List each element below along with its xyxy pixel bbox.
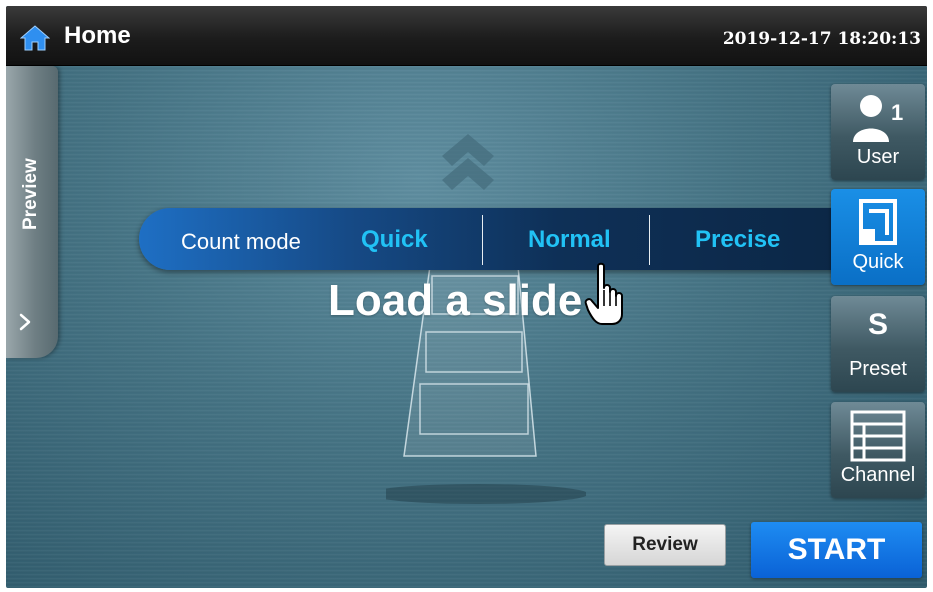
load-slide-message: Load a slide (328, 276, 583, 325)
divider (482, 215, 483, 265)
home-icon[interactable] (20, 25, 50, 51)
review-button[interactable]: Review (604, 524, 726, 566)
top-bar: Home 2019-12-17 18:20:13 (6, 6, 927, 66)
page-title: Home (64, 22, 131, 49)
count-mode-quick[interactable]: Quick (361, 226, 428, 254)
quick-mode-icon (859, 199, 897, 245)
user-icon: 1 (853, 95, 903, 142)
quick-button[interactable]: Quick (831, 189, 925, 285)
datetime-display: 2019-12-17 18:20:13 (722, 29, 921, 49)
user-badge: 1 (891, 100, 903, 125)
preset-button-label: Preset (849, 358, 907, 380)
divider (649, 215, 650, 265)
count-mode-bar: Count mode Quick Normal Precise (139, 208, 837, 270)
preview-tab-label: Preview (20, 158, 41, 230)
chevron-right-icon (19, 313, 31, 331)
channel-button-label: Channel (840, 464, 916, 486)
count-mode-precise[interactable]: Precise (695, 226, 780, 254)
preset-glyph: S (867, 308, 888, 341)
preview-tab[interactable]: Preview (6, 66, 58, 358)
user-button[interactable]: 1 User (831, 84, 925, 180)
home-screen: Home 2019-12-17 18:20:13 Preview Count m… (6, 6, 927, 588)
count-mode-normal[interactable]: Normal (528, 226, 611, 254)
count-mode-label: Count mode (181, 229, 301, 254)
start-button[interactable]: START (751, 522, 922, 578)
quick-button-label: Quick (852, 251, 904, 273)
hand-cursor-icon (584, 262, 623, 325)
user-button-label: User (856, 146, 900, 168)
channel-button[interactable]: Channel (831, 402, 925, 498)
channel-list-icon (850, 410, 906, 462)
preset-button[interactable]: S Preset (831, 296, 925, 392)
